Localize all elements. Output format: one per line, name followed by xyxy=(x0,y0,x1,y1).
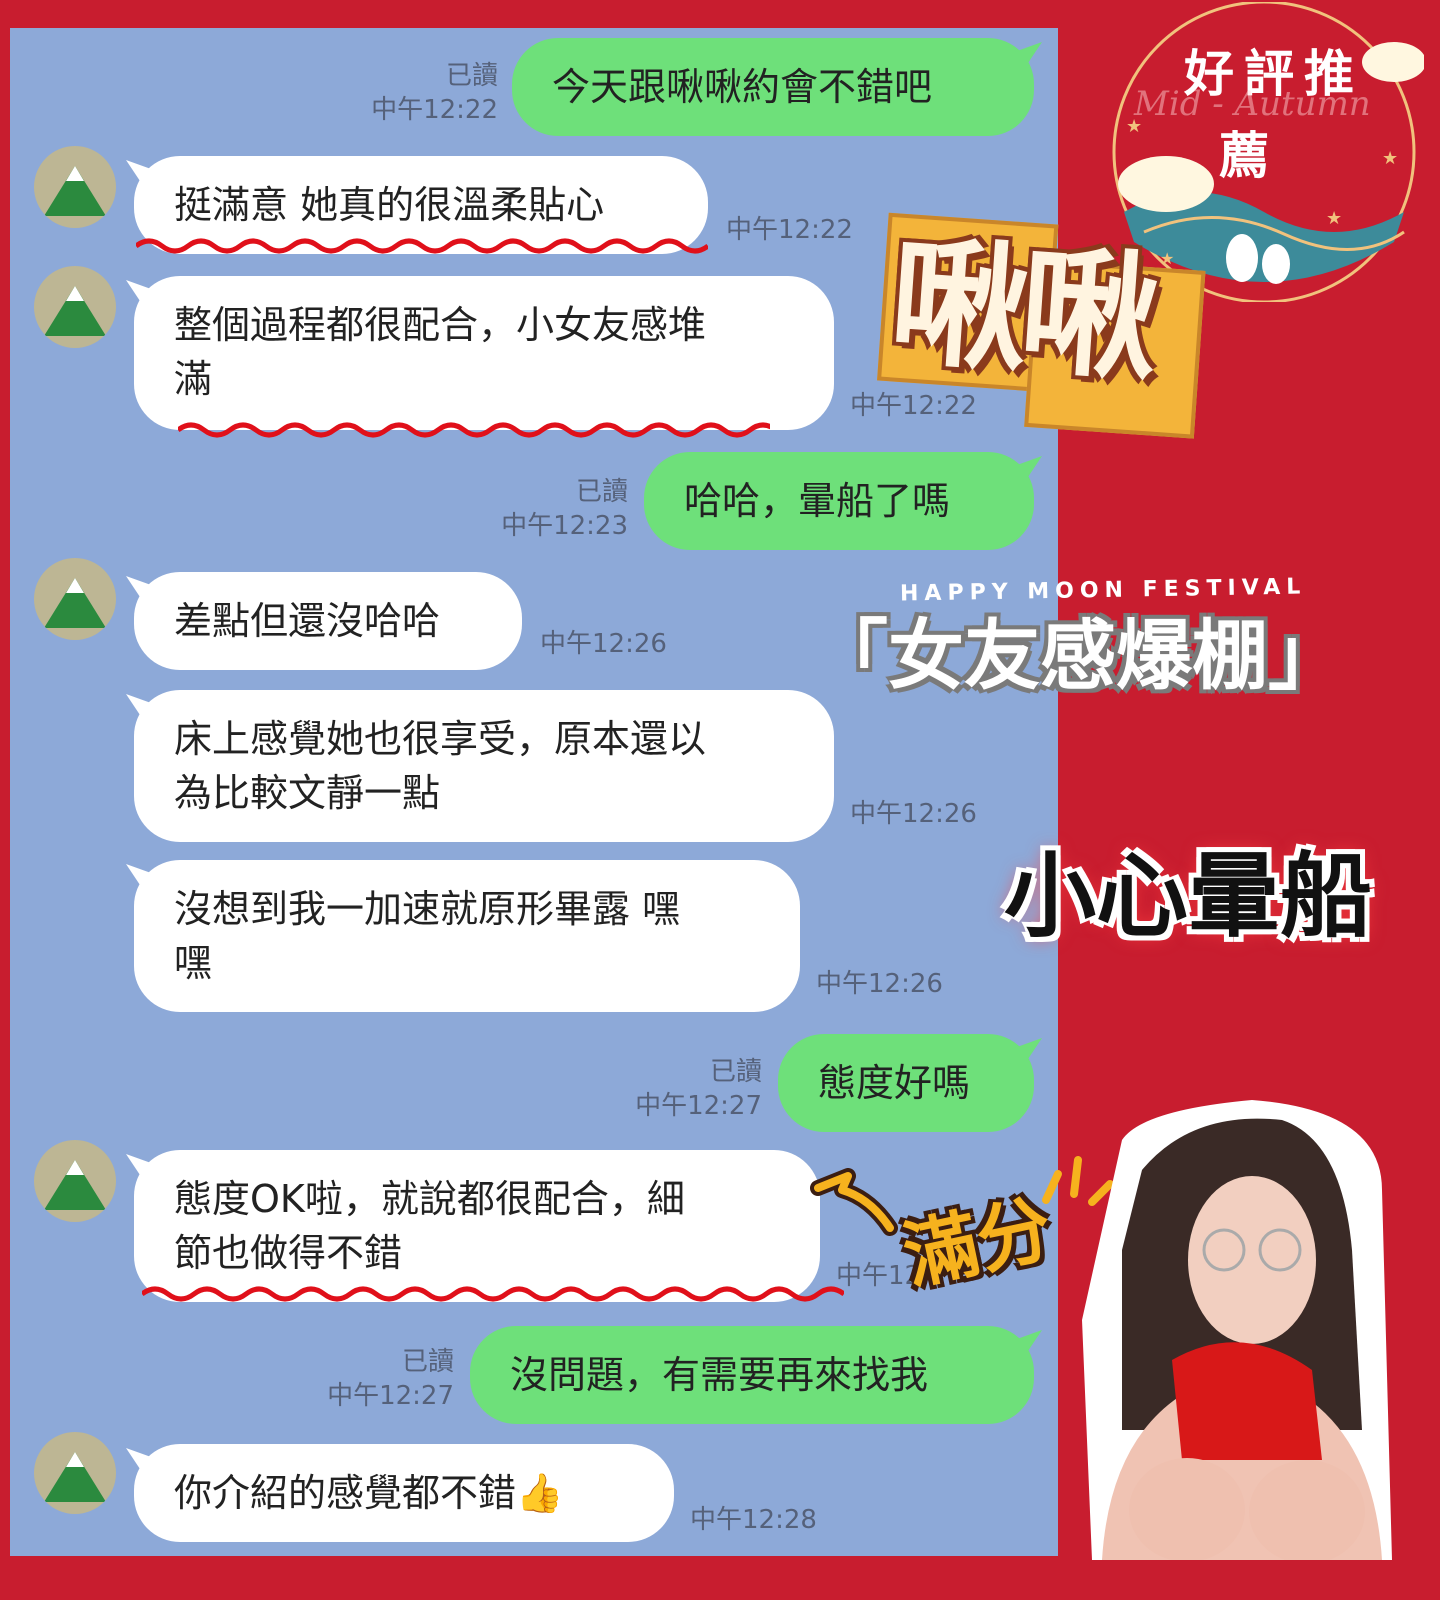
outgoing-message[interactable]: 態度好嗎 xyxy=(778,1034,1034,1132)
promo-photo xyxy=(1082,1100,1402,1564)
message-time: 中午12:22 xyxy=(371,95,498,125)
red-underline xyxy=(178,422,770,438)
message-text: 今天跟啾啾約會不錯吧 xyxy=(552,65,933,109)
sticker-text: 啾啾 xyxy=(884,221,1156,401)
red-underline xyxy=(136,238,708,254)
message-text: 你介紹的感覺都不錯👍 xyxy=(174,1471,564,1515)
contact-avatar[interactable] xyxy=(34,1140,116,1222)
badge-title: 薦 xyxy=(1219,126,1279,185)
arrow-icon xyxy=(810,1168,898,1236)
contact-avatar[interactable] xyxy=(34,558,116,640)
outgoing-message[interactable]: 沒問題，有需要再來找我 xyxy=(470,1326,1034,1424)
message-text: 滿 xyxy=(174,357,213,401)
message-time: 中午12:28 xyxy=(690,1505,817,1535)
svg-text:★: ★ xyxy=(1382,148,1398,169)
outgoing-message[interactable]: 今天跟啾啾約會不錯吧 xyxy=(512,38,1034,136)
message-text: 沒問題，有需要再來找我 xyxy=(510,1353,929,1397)
girlfriend-feel-text: 「女友感爆棚」 xyxy=(812,611,1344,700)
incoming-message[interactable]: 整個過程都很配合，小女友感堆 滿 xyxy=(134,276,834,430)
message-time: 中午12:26 xyxy=(540,629,667,659)
svg-text:★: ★ xyxy=(1326,208,1342,229)
outgoing-message[interactable]: 哈哈，暈船了嗎 xyxy=(644,452,1034,550)
incoming-message[interactable]: 沒想到我一加速就原形畢露 嘿 嘿 xyxy=(134,860,800,1012)
message-text: 嘿 xyxy=(174,941,213,985)
message-time: 中午12:27 xyxy=(635,1091,762,1121)
message-text: 整個過程都很配合，小女友感堆 xyxy=(174,303,707,347)
message-text: 態度OK啦，就說都很配合，細 xyxy=(174,1177,685,1221)
message-text: 床上感覺她也很享受，原本還以 xyxy=(174,717,707,761)
message-time: 中午12:27 xyxy=(327,1381,454,1411)
message-time: 中午12:22 xyxy=(726,215,853,245)
badge-script: Mid - Autumn xyxy=(1134,84,1371,124)
read-receipt: 已讀 xyxy=(709,1057,762,1087)
message-time: 中午12:26 xyxy=(850,799,977,829)
message-text: 哈哈，暈船了嗎 xyxy=(684,479,951,523)
message-text: 差點但還沒哈哈 xyxy=(174,599,441,643)
red-underline xyxy=(142,1286,844,1302)
incoming-message[interactable]: 你介紹的感覺都不錯👍 xyxy=(134,1444,674,1542)
read-receipt: 已讀 xyxy=(445,61,498,91)
name-sticker: 啾啾 xyxy=(872,212,1218,475)
message-text: 態度好嗎 xyxy=(818,1061,971,1105)
contact-avatar[interactable] xyxy=(34,1432,116,1514)
photo-illustration xyxy=(1082,1100,1392,1564)
incoming-message[interactable]: 床上感覺她也很享受，原本還以 為比較文靜一點 xyxy=(134,690,834,842)
message-text: 挺滿意 她真的很溫柔貼心 xyxy=(174,183,605,227)
incoming-message[interactable]: 差點但還沒哈哈 xyxy=(134,572,522,670)
contact-avatar[interactable] xyxy=(34,266,116,348)
message-text: 節也做得不錯 xyxy=(174,1231,403,1275)
contact-avatar[interactable] xyxy=(34,146,116,228)
incoming-message[interactable]: 態度OK啦，就說都很配合，細 節也做得不錯 xyxy=(134,1150,820,1302)
message-text: 為比較文靜一點 xyxy=(174,771,441,815)
message-time: 中午12:26 xyxy=(816,969,943,999)
message-time: 中午12:23 xyxy=(501,511,628,541)
message-text: 沒想到我一加速就原形畢露 嘿 xyxy=(174,887,681,931)
caution-text: 小心暈船 xyxy=(1004,843,1373,950)
read-receipt: 已讀 xyxy=(575,477,628,507)
read-receipt: 已讀 xyxy=(401,1347,454,1377)
